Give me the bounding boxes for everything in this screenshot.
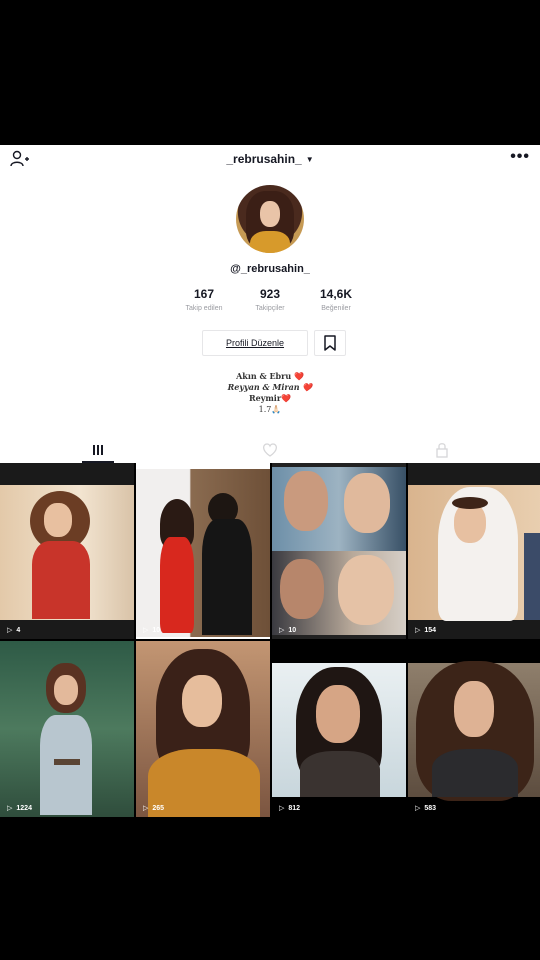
- play-icon: ▷: [279, 627, 285, 634]
- bookmark-icon: [324, 335, 336, 351]
- view-count: ▷ 812: [279, 805, 301, 812]
- view-count: ▷ 10: [279, 627, 297, 634]
- video-thumbnail[interactable]: ▷ 10: [136, 463, 270, 639]
- profile-handle: @_rebrusahin_: [230, 263, 310, 275]
- tab-videos-grid-icon[interactable]: [83, 441, 113, 459]
- stat-likes-value: 14,6K: [319, 287, 353, 301]
- view-count: ▷ 265: [143, 805, 165, 812]
- edit-profile-button[interactable]: Profili Düzenle: [202, 330, 308, 356]
- profile-screen: _rebrusahin_ ▼ ••• @_rebrusahin_ 167 Taki…: [0, 145, 540, 817]
- play-icon: ▷: [7, 805, 13, 812]
- video-thumbnail[interactable]: ▷ 1224: [0, 641, 134, 817]
- username-label: _rebrusahin_: [226, 152, 302, 166]
- bookmark-button[interactable]: [314, 330, 346, 356]
- video-thumbnail[interactable]: ▷ 265: [136, 641, 270, 817]
- play-icon: ▷: [279, 805, 285, 812]
- play-icon: ▷: [415, 627, 421, 634]
- video-thumbnail[interactable]: ▷ 812: [272, 641, 406, 817]
- profile-bio: Akın & Ebru ❤️ Reyyan & Miran ❤️ Reymir❤…: [0, 371, 540, 415]
- stat-followers-label: Takipçiler: [255, 305, 285, 312]
- avatar[interactable]: [236, 185, 304, 253]
- tab-private-lock-icon[interactable]: [427, 441, 457, 459]
- stat-likes-label: Beğeniler: [321, 305, 351, 312]
- play-icon: ▷: [143, 805, 149, 812]
- profile-tabs: [0, 437, 540, 464]
- more-options-icon[interactable]: •••: [510, 148, 530, 166]
- play-icon: ▷: [415, 805, 421, 812]
- video-grid: ▷ 4 ▷ 10 ▷ 10 ▷ 154 ▷ 1224 ▷ 265 ▷ 812 ▷…: [0, 463, 540, 817]
- play-icon: ▷: [7, 627, 13, 634]
- stat-following[interactable]: 167 Takip edilen: [170, 287, 238, 312]
- top-bar: _rebrusahin_ ▼ •••: [0, 145, 540, 173]
- stat-followers[interactable]: 923 Takipçiler: [236, 287, 304, 312]
- view-count: ▷ 4: [7, 627, 21, 634]
- bio-line: 1.7🙏🏻: [258, 405, 282, 414]
- view-count: ▷ 154: [415, 627, 437, 634]
- video-thumbnail[interactable]: ▷ 4: [0, 463, 134, 639]
- bio-line: Akın & Ebru ❤️: [236, 371, 304, 381]
- username-switcher[interactable]: _rebrusahin_ ▼: [0, 152, 540, 166]
- stat-following-label: Takip edilen: [185, 305, 223, 312]
- video-thumbnail[interactable]: ▷ 154: [408, 463, 540, 639]
- view-count: ▷ 1224: [7, 805, 32, 812]
- view-count: ▷ 10: [143, 627, 161, 634]
- stat-following-value: 167: [193, 287, 215, 301]
- video-thumbnail[interactable]: ▷ 583: [408, 641, 540, 817]
- bio-line: Reyyan & Miran ❤️: [227, 382, 313, 392]
- profile-stats: 167 Takip edilen 923 Takipçiler 14,6K Be…: [170, 287, 370, 317]
- stat-likes[interactable]: 14,6K Beğeniler: [302, 287, 370, 312]
- caret-down-icon: ▼: [305, 155, 314, 164]
- view-count: ▷ 583: [415, 805, 437, 812]
- stat-followers-value: 923: [259, 287, 281, 301]
- play-icon: ▷: [143, 627, 149, 634]
- tab-liked-heart-icon[interactable]: [255, 441, 285, 459]
- bio-line: Reymir❤️: [248, 393, 292, 403]
- video-thumbnail[interactable]: ▷ 10: [272, 463, 406, 639]
